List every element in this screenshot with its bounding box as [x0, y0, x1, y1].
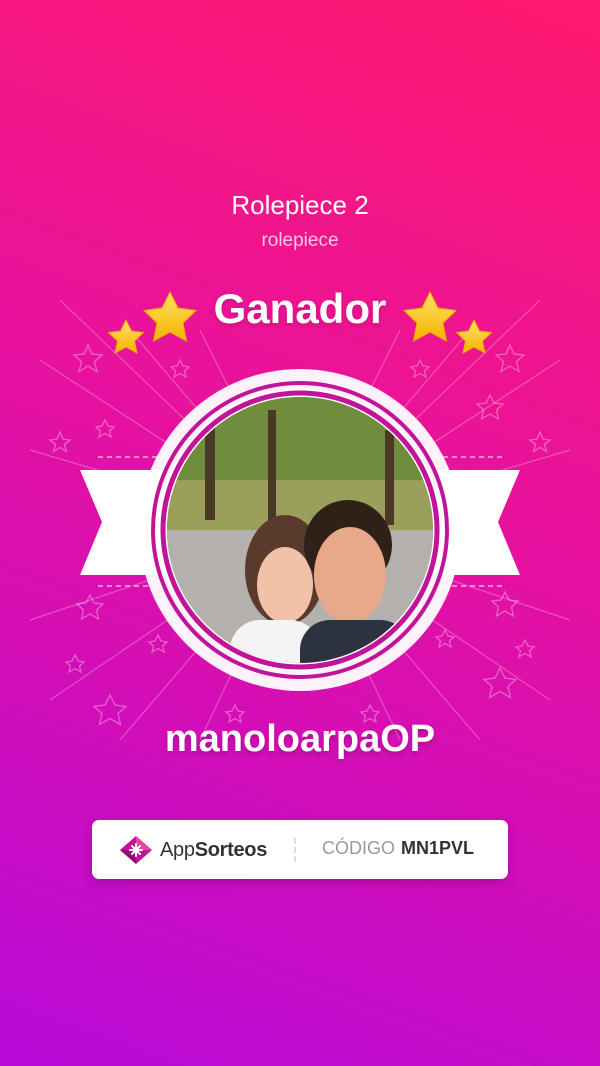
footer-divider — [294, 838, 296, 862]
draw-subtitle: rolepiece — [261, 230, 339, 251]
winner-screen: { "draw": { "title": "Rolepiece 2", "sub… — [0, 0, 600, 1066]
brand-prefix: App — [160, 838, 195, 861]
winner-username: manoloarpaOP — [164, 718, 436, 760]
brand-logo: AppSorteos — [118, 834, 267, 866]
draw-title: Rolepiece 2 — [231, 190, 369, 220]
code-label: CÓDIGO — [322, 838, 396, 858]
draw-code: CÓDIGO MN1PVL — [322, 838, 474, 859]
appsorteos-logo-icon — [120, 836, 152, 864]
winner-badge-label: Ganador — [213, 285, 387, 332]
brand-bold: Sorteos — [194, 838, 268, 861]
code-value: MN1PVL — [401, 838, 475, 858]
footer-card: AppSorteos CÓDIGO MN1PVL — [92, 820, 508, 879]
sunburst-decoration — [29, 290, 571, 741]
brand-name: AppSorteos — [160, 839, 267, 862]
